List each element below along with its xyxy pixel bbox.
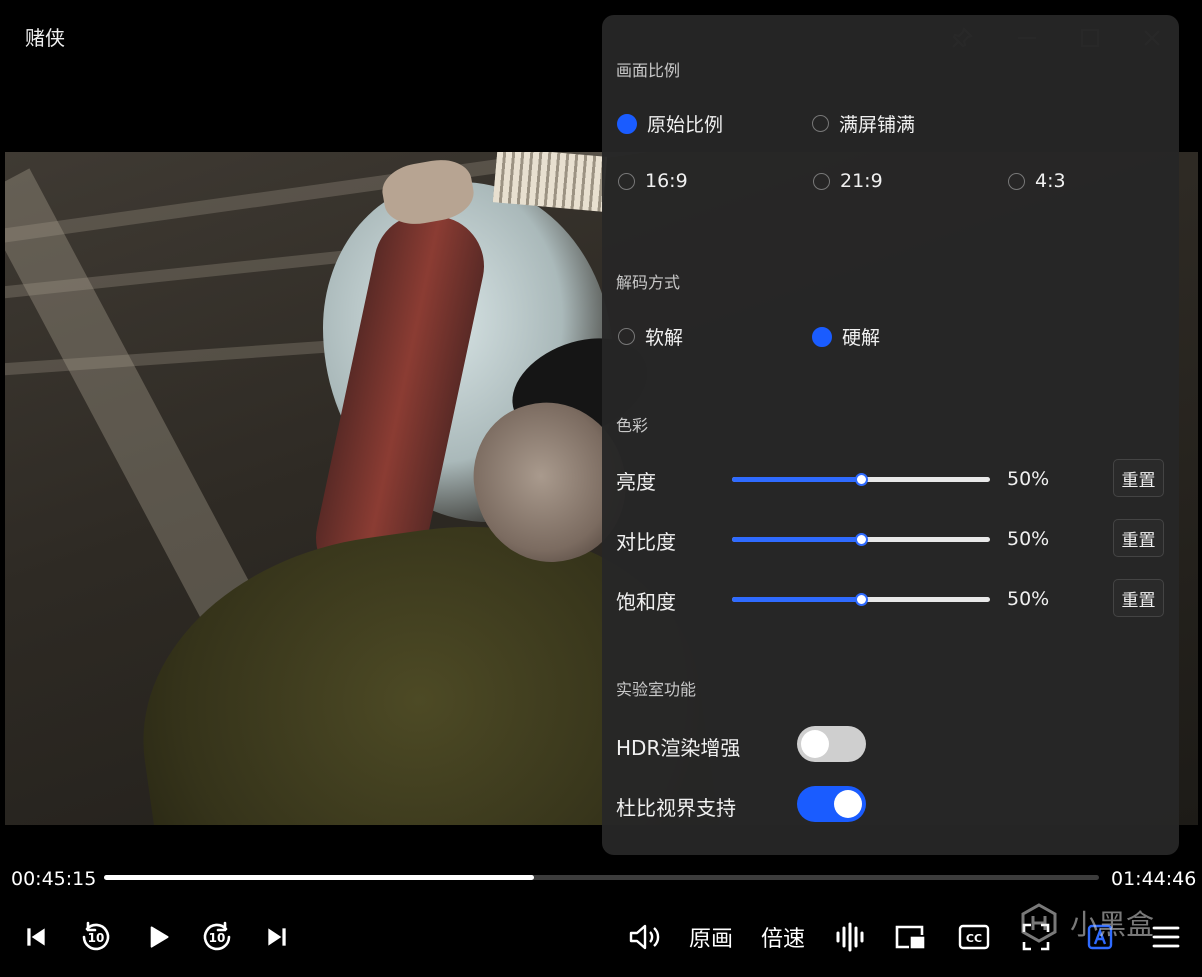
radio-dot [618, 328, 635, 345]
radio-label: 满屏铺满 [839, 114, 916, 136]
hdr-label: HDR渲染增强 [616, 736, 741, 760]
next-button[interactable] [261, 918, 293, 956]
saturation-slider[interactable] [732, 593, 990, 606]
radio-21-9[interactable]: 21:9 [813, 170, 883, 192]
radio-4-3[interactable]: 4:3 [1008, 170, 1066, 192]
dolby-vision-toggle[interactable] [797, 786, 866, 822]
brightness-slider[interactable] [732, 473, 990, 486]
seek-bar-played [104, 875, 534, 880]
radio-dot [813, 172, 830, 190]
radio-dot-selected [617, 113, 637, 134]
radio-label: 软解 [645, 327, 684, 349]
radio-dot [1008, 172, 1025, 190]
svg-text:10: 10 [209, 931, 226, 945]
audio-wave-icon [836, 922, 864, 952]
closed-captions-icon: CC [958, 924, 990, 950]
previous-button[interactable] [20, 918, 52, 956]
radio-16-9[interactable]: 16:9 [618, 170, 688, 192]
saturation-value: 50% [1007, 588, 1050, 610]
video-detail [492, 152, 608, 212]
volume-button[interactable] [626, 918, 664, 956]
svg-text:10: 10 [88, 931, 105, 945]
toggle-knob [801, 730, 829, 758]
seek-bar[interactable] [104, 875, 1099, 880]
radio-original-ratio[interactable]: 原始比例 [617, 110, 723, 137]
watermark-text: 小黑盒 [1070, 908, 1155, 941]
volume-icon [629, 924, 660, 950]
skip-previous-icon [27, 928, 45, 946]
dolby-vision-label: 杜比视界支持 [616, 796, 736, 820]
saturation-reset-button[interactable]: 重置 [1113, 579, 1164, 617]
radio-dot-selected [812, 326, 832, 347]
rewind-10-icon: 10 [82, 921, 110, 951]
forward-10-icon: 10 [203, 921, 231, 951]
contrast-reset-button[interactable]: 重置 [1113, 519, 1164, 557]
radio-label: 原始比例 [647, 114, 724, 136]
settings-panel: 画面比例 原始比例 满屏铺满 16:9 21:9 4:3 解码方式 软解 硬解 … [602, 15, 1179, 855]
radio-dot [812, 115, 829, 132]
skip-next-icon [268, 928, 286, 946]
brightness-label: 亮度 [616, 470, 656, 494]
section-title-decode: 解码方式 [616, 273, 681, 292]
slider-handle[interactable] [855, 593, 868, 606]
contrast-value: 50% [1007, 528, 1050, 550]
xiaoheihe-logo-icon [1021, 903, 1057, 943]
toggle-knob [834, 790, 862, 818]
brightness-value: 50% [1007, 468, 1050, 490]
picture-in-picture-icon [895, 925, 925, 949]
current-time: 00:45:15 [11, 868, 97, 890]
section-title-color: 色彩 [616, 416, 649, 435]
total-time: 01:44:46 [1111, 868, 1197, 890]
play-icon [150, 926, 169, 948]
svg-text:CC: CC [966, 932, 982, 945]
hamburger-menu-icon [1152, 926, 1180, 948]
slider-fill [732, 597, 861, 602]
window-title: 赌侠 [25, 26, 65, 50]
slider-fill [732, 537, 861, 542]
radio-label: 21:9 [840, 170, 883, 192]
play-button[interactable] [142, 918, 174, 956]
rewind-10-button[interactable]: 10 [78, 918, 114, 956]
radio-fill-screen[interactable]: 满屏铺满 [812, 110, 915, 137]
radio-hardware-decode[interactable]: 硬解 [812, 323, 880, 350]
speed-button[interactable]: 倍速 [758, 918, 808, 956]
picture-in-picture-button[interactable] [892, 918, 928, 956]
forward-10-button[interactable]: 10 [199, 918, 235, 956]
brightness-reset-button[interactable]: 重置 [1113, 459, 1164, 497]
radio-label: 4:3 [1035, 170, 1066, 192]
video-detail [5, 168, 274, 656]
radio-label: 硬解 [842, 327, 881, 349]
contrast-slider[interactable] [732, 533, 990, 546]
radio-dot [618, 172, 635, 190]
hdr-toggle[interactable] [797, 726, 866, 762]
saturation-label: 饱和度 [616, 590, 676, 614]
audio-track-button[interactable] [832, 918, 868, 956]
radio-label: 16:9 [645, 170, 688, 192]
slider-handle[interactable] [855, 533, 868, 546]
radio-software-decode[interactable]: 软解 [618, 323, 683, 350]
subtitles-button[interactable]: CC [956, 918, 992, 956]
watermark: 小黑盒 [1018, 902, 1154, 944]
contrast-label: 对比度 [616, 530, 676, 554]
slider-fill [732, 477, 861, 482]
section-title-lab: 实验室功能 [616, 680, 697, 699]
quality-button[interactable]: 原画 [686, 918, 736, 956]
slider-handle[interactable] [855, 473, 868, 486]
section-title-aspect: 画面比例 [616, 61, 681, 80]
